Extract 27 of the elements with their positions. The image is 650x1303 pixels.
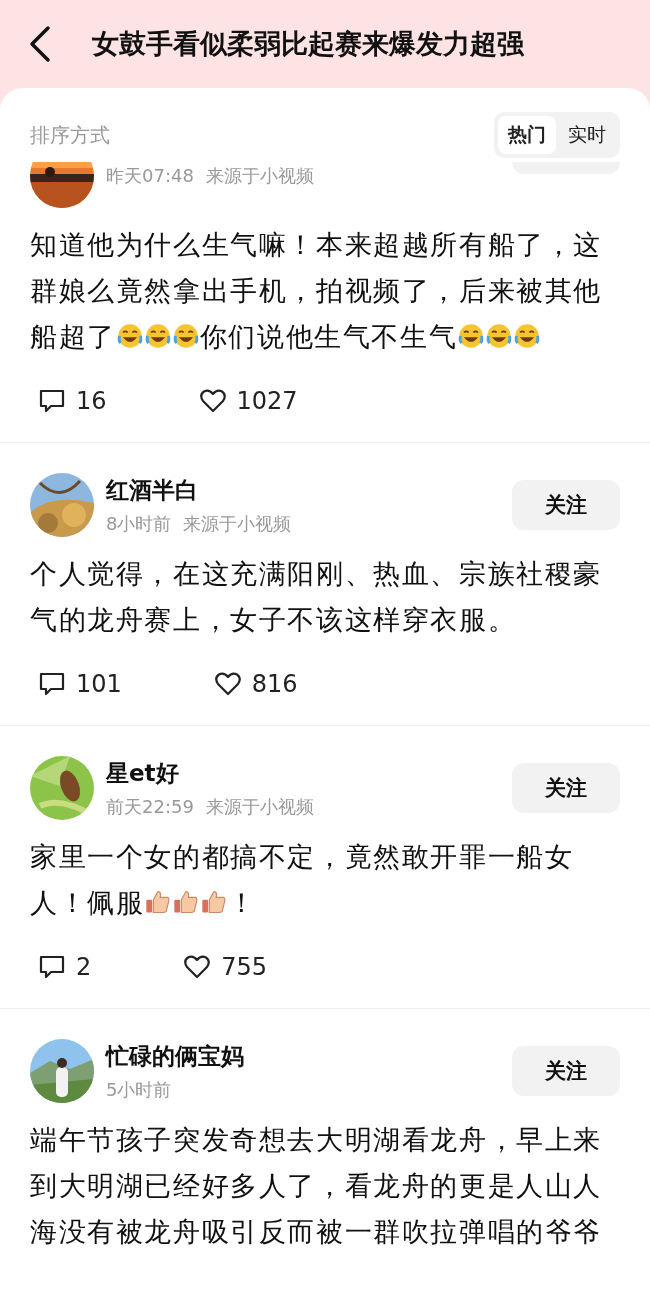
comment-text: 端午节孩子突发奇想去大明湖看龙舟，早上来到大明湖已经好多人了，看龙舟的更是人山人海没有被龙舟吸引反而被一群吹拉弹唱的爷爷 (30, 1123, 603, 1249)
like-count: 755 (221, 953, 268, 981)
comment-meta: 昨天07:48 (106, 164, 194, 188)
user-name[interactable]: 忙碌的俩宝妈 (106, 1040, 500, 1072)
reply-count: 16 (76, 387, 107, 415)
like-count: 816 (251, 670, 298, 698)
reply-count: 2 (76, 953, 92, 981)
comment-meta: 来源于小视频 (205, 164, 314, 188)
comment-meta: 5小时前 (106, 1077, 172, 1102)
user-name[interactable]: 红酒半白 (106, 474, 500, 506)
comment-text: 个人觉得，在这充满阳刚、热血、宗族社稷豪气的龙舟赛上，女子不该这样穿衣服。 (30, 557, 603, 637)
follow-button[interactable]: 关注 (512, 480, 620, 530)
user-name[interactable]: 星et好 (106, 757, 500, 789)
sort-option[interactable]: 热门 (498, 116, 556, 154)
like-count: 1027 (236, 387, 298, 415)
comment-meta: 前天22:59 (106, 794, 194, 819)
follow-button[interactable]: 关注 (512, 763, 620, 813)
comment-meta: 来源于小视频 (183, 511, 292, 536)
comment-text: 知道他为什么生气嘛！本来超越所有船了，这群娘么竟然拿出手机，拍视频了，后来被其他船超了 你们说他生气不生气 (30, 228, 603, 354)
comment-meta: 8小时前 (106, 511, 172, 536)
sort-option[interactable]: 实时 (558, 116, 616, 154)
follow-button[interactable]: 关注 (512, 1046, 620, 1096)
page-title: 女鼓手看似柔弱比起赛来爆发力超强 (92, 27, 524, 61)
reply-count: 101 (76, 670, 122, 698)
comment-meta: 来源于小视频 (205, 794, 314, 819)
sort-label: 排序方式 (30, 121, 110, 149)
comment-text: 家里一个女的都搞不定，竟然敢开罪一船女人！佩服 ！ (30, 840, 575, 920)
